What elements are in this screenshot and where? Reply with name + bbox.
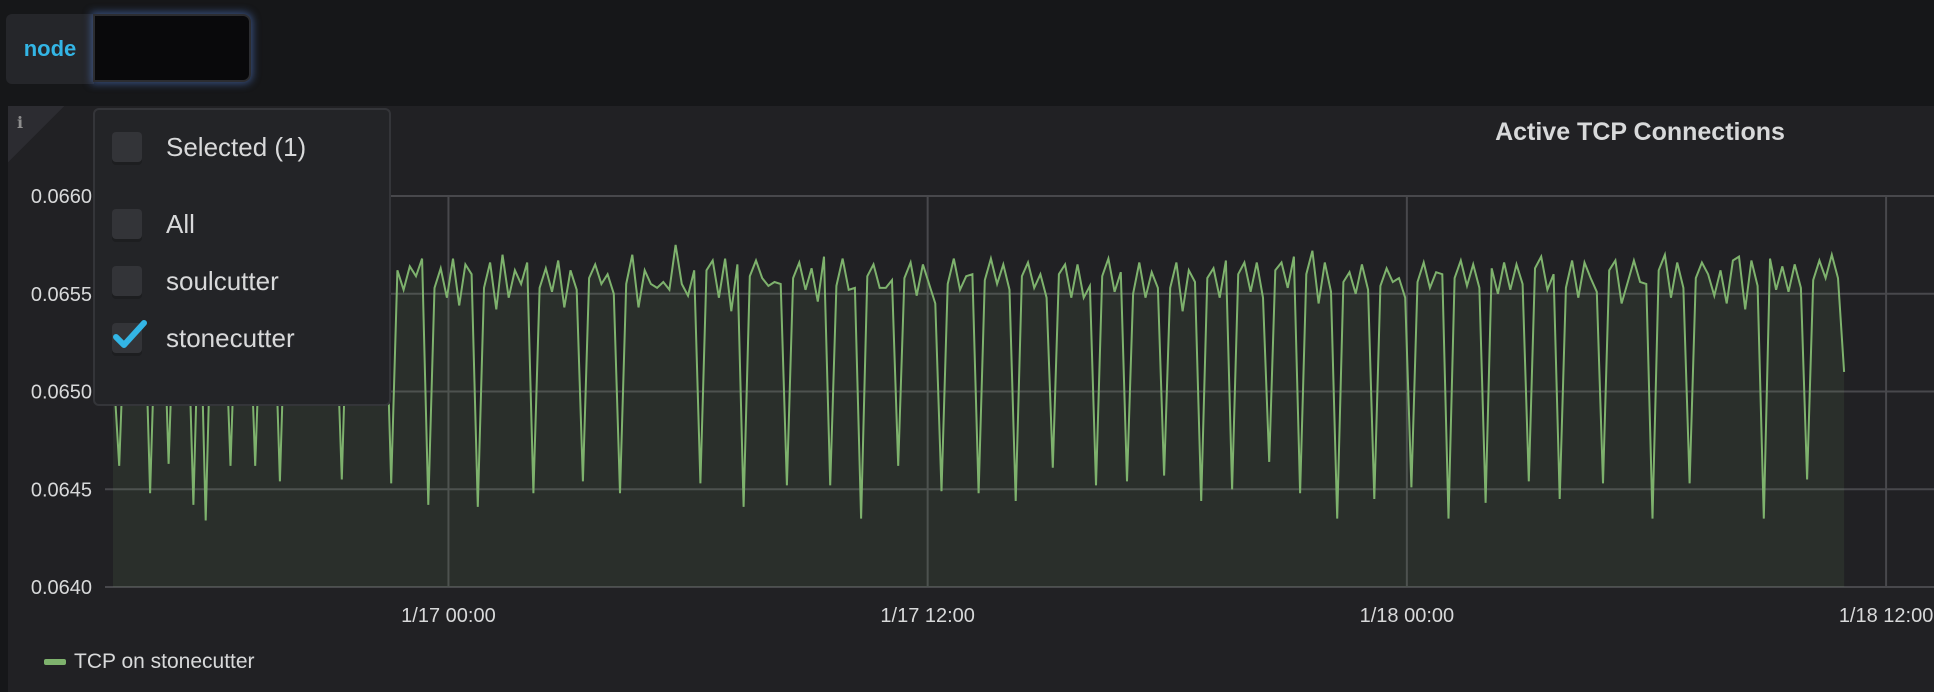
x-tick-label: 1/17 00:00	[401, 605, 496, 627]
checkbox[interactable]	[112, 266, 142, 296]
dropdown-item-label: stonecutter	[166, 322, 295, 353]
y-tick-label: 0.0640	[31, 577, 92, 599]
x-tick-label: 1/17 12:00	[880, 605, 975, 627]
dropdown-item-label: soulcutter	[166, 265, 279, 296]
dropdown-item-label: Selected (1)	[166, 131, 307, 162]
checkbox[interactable]	[112, 132, 142, 162]
legend-series-label[interactable]: TCP on stonecutter	[74, 650, 255, 674]
checkmark-icon	[113, 320, 147, 348]
checkbox[interactable]	[112, 209, 142, 239]
x-tick-label: 1/18 00:00	[1360, 605, 1455, 627]
chart-legend: TCP on stonecutter	[44, 650, 255, 674]
checkbox-checked[interactable]	[112, 320, 147, 353]
y-tick-label: 0.0655	[31, 284, 92, 306]
x-tick-label: 1/18 12:00	[1839, 605, 1934, 627]
node-dropdown-menu: Selected (1) All soulcutter stonecutter	[93, 108, 391, 406]
y-tick-label: 0.0650	[31, 382, 92, 404]
dropdown-item-label: All	[166, 208, 195, 239]
y-tick-label: 0.0660	[31, 186, 92, 208]
legend-swatch[interactable]	[44, 659, 66, 665]
y-tick-label: 0.0645	[31, 479, 92, 501]
